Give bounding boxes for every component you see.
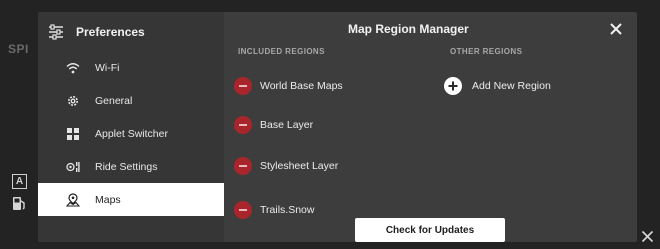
close-icon[interactable] xyxy=(609,22,623,36)
plus-circle-icon xyxy=(444,77,462,95)
other-regions-heading: OTHER REGIONS xyxy=(450,47,523,56)
included-region-item: World Base Maps xyxy=(234,76,343,96)
included-region-item: Trails.Snow xyxy=(234,200,314,220)
add-new-region-label: Add New Region xyxy=(472,80,551,92)
preferences-sidebar: Preferences Wi-Fi General Applet Switche… xyxy=(38,12,224,242)
sidebar-item-maps[interactable]: Maps xyxy=(38,183,224,216)
included-regions-heading: INCLUDED REGIONS xyxy=(238,47,325,56)
check-for-updates-button[interactable]: Check for Updates xyxy=(355,218,505,242)
included-region-item: Base Layer xyxy=(234,115,313,135)
sidebar-item-wifi[interactable]: Wi-Fi xyxy=(38,51,224,84)
remove-region-button[interactable] xyxy=(234,201,252,219)
background-partial-label: SPI xyxy=(8,42,29,56)
included-region-item: Stylesheet Layer xyxy=(234,156,338,176)
sidebar-item-label: Maps xyxy=(95,193,121,206)
remove-region-button[interactable] xyxy=(234,77,252,95)
add-new-region-button[interactable]: Add New Region xyxy=(444,76,551,96)
sliders-icon xyxy=(49,24,63,40)
map-mode-badge[interactable]: A xyxy=(12,174,27,189)
toggle-settings-icon xyxy=(66,160,80,174)
region-label: World Base Maps xyxy=(260,80,343,92)
remove-region-button[interactable] xyxy=(234,157,252,175)
sidebar-item-general[interactable]: General xyxy=(38,84,224,117)
background-close-icon[interactable] xyxy=(641,230,654,243)
sidebar-item-label: Applet Switcher xyxy=(95,127,168,140)
region-label: Base Layer xyxy=(260,119,314,131)
sidebar-item-ride-settings[interactable]: Ride Settings xyxy=(38,150,224,183)
wifi-icon xyxy=(66,61,80,75)
region-label: Trails.Snow xyxy=(260,204,315,216)
sidebar-item-label: Wi-Fi xyxy=(95,61,120,74)
sidebar-title: Preferences xyxy=(76,25,145,39)
preferences-modal: Preferences Wi-Fi General Applet Switche… xyxy=(38,12,637,242)
modal-title: Map Region Manager xyxy=(348,22,469,36)
sidebar-item-label: General xyxy=(95,94,133,107)
sidebar-header: Preferences xyxy=(48,22,145,42)
fuel-icon xyxy=(13,197,25,210)
sidebar-item-label: Ride Settings xyxy=(95,160,158,173)
gear-icon xyxy=(66,94,80,108)
region-label: Stylesheet Layer xyxy=(260,160,339,172)
remove-region-button[interactable] xyxy=(234,116,252,134)
map-icon xyxy=(66,192,80,207)
grid-icon xyxy=(66,127,80,141)
sidebar-item-applet-switcher[interactable]: Applet Switcher xyxy=(38,117,224,150)
